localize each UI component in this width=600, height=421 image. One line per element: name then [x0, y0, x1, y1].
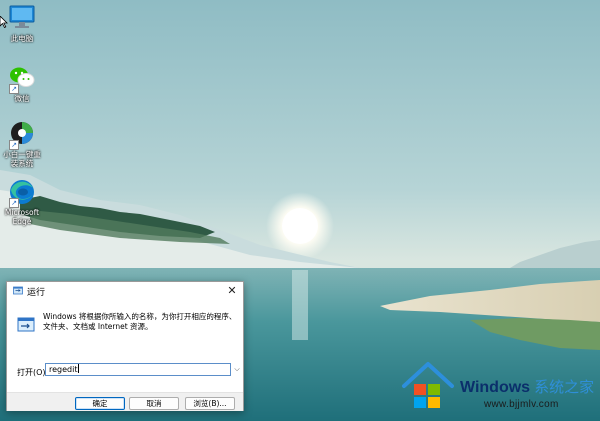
- watermark-logo: Windows 系统之家 www.bjjmlv.com: [398, 356, 600, 418]
- mouse-cursor-icon: [0, 16, 8, 28]
- watermark-url: www.bjjmlv.com: [484, 399, 559, 410]
- dialog-footer: 确定 取消 浏览(B)...: [7, 392, 243, 411]
- desktop-icon-label: 此电脑: [10, 34, 34, 43]
- open-label: 打开(O):: [17, 368, 49, 377]
- watermark-brand-en: Windows: [460, 379, 531, 396]
- wechat-icon: ↗: [7, 64, 37, 94]
- desktop-icon-label: 小白一键重装系统: [3, 150, 41, 168]
- watermark-brand-cn: 系统之家: [534, 379, 595, 396]
- xiaobai-icon: ↗: [7, 120, 37, 150]
- browse-button[interactable]: 浏览(B)...: [185, 397, 235, 410]
- edge-icon: ↗: [7, 178, 37, 208]
- cancel-button[interactable]: 取消: [129, 397, 179, 410]
- run-icon: [17, 317, 35, 332]
- open-input-value: regedit: [49, 365, 78, 374]
- watermark-brand: Windows 系统之家: [460, 376, 594, 397]
- run-dialog: 运行 ✕ Windows 将根据你所输入的名称，为你打开相应的程序、文件夹、文档…: [6, 281, 244, 411]
- shortcut-arrow-icon: ↗: [9, 84, 19, 94]
- desktop-icon-label: 微信: [14, 94, 30, 103]
- desktop-icon-edge[interactable]: ↗ Microsoft Edge: [0, 178, 44, 226]
- dialog-body: Windows 将根据你所输入的名称，为你打开相应的程序、文件夹、文档或 Int…: [7, 300, 243, 411]
- shortcut-arrow-icon: ↗: [9, 198, 19, 208]
- desktop-icon-label: Microsoft Edge: [4, 208, 40, 226]
- desktop-icon-xiaobai[interactable]: ↗ 小白一键重装系统: [0, 120, 44, 168]
- desktop-icon-wechat[interactable]: ↗ 微信: [0, 64, 44, 103]
- text-caret: [78, 364, 80, 373]
- close-button[interactable]: ✕: [223, 283, 241, 299]
- windows-logo-icon: [402, 362, 454, 408]
- ok-button[interactable]: 确定: [75, 397, 125, 410]
- dialog-description: Windows 将根据你所输入的名称，为你打开相应的程序、文件夹、文档或 Int…: [43, 312, 237, 331]
- desktop-icon-column: 此电脑 ↗ 微信 ↗ 小白一键重装系统 ↗ Microsoft Edge: [0, 0, 48, 240]
- dialog-titlebar[interactable]: 运行 ✕: [7, 282, 243, 300]
- dialog-title: 运行: [27, 288, 46, 298]
- chevron-down-icon[interactable]: ⌵: [233, 364, 241, 375]
- monitor-icon: [7, 4, 37, 32]
- shortcut-arrow-icon: ↗: [9, 140, 19, 150]
- open-input[interactable]: regedit: [45, 363, 231, 376]
- run-app-icon: [13, 286, 23, 295]
